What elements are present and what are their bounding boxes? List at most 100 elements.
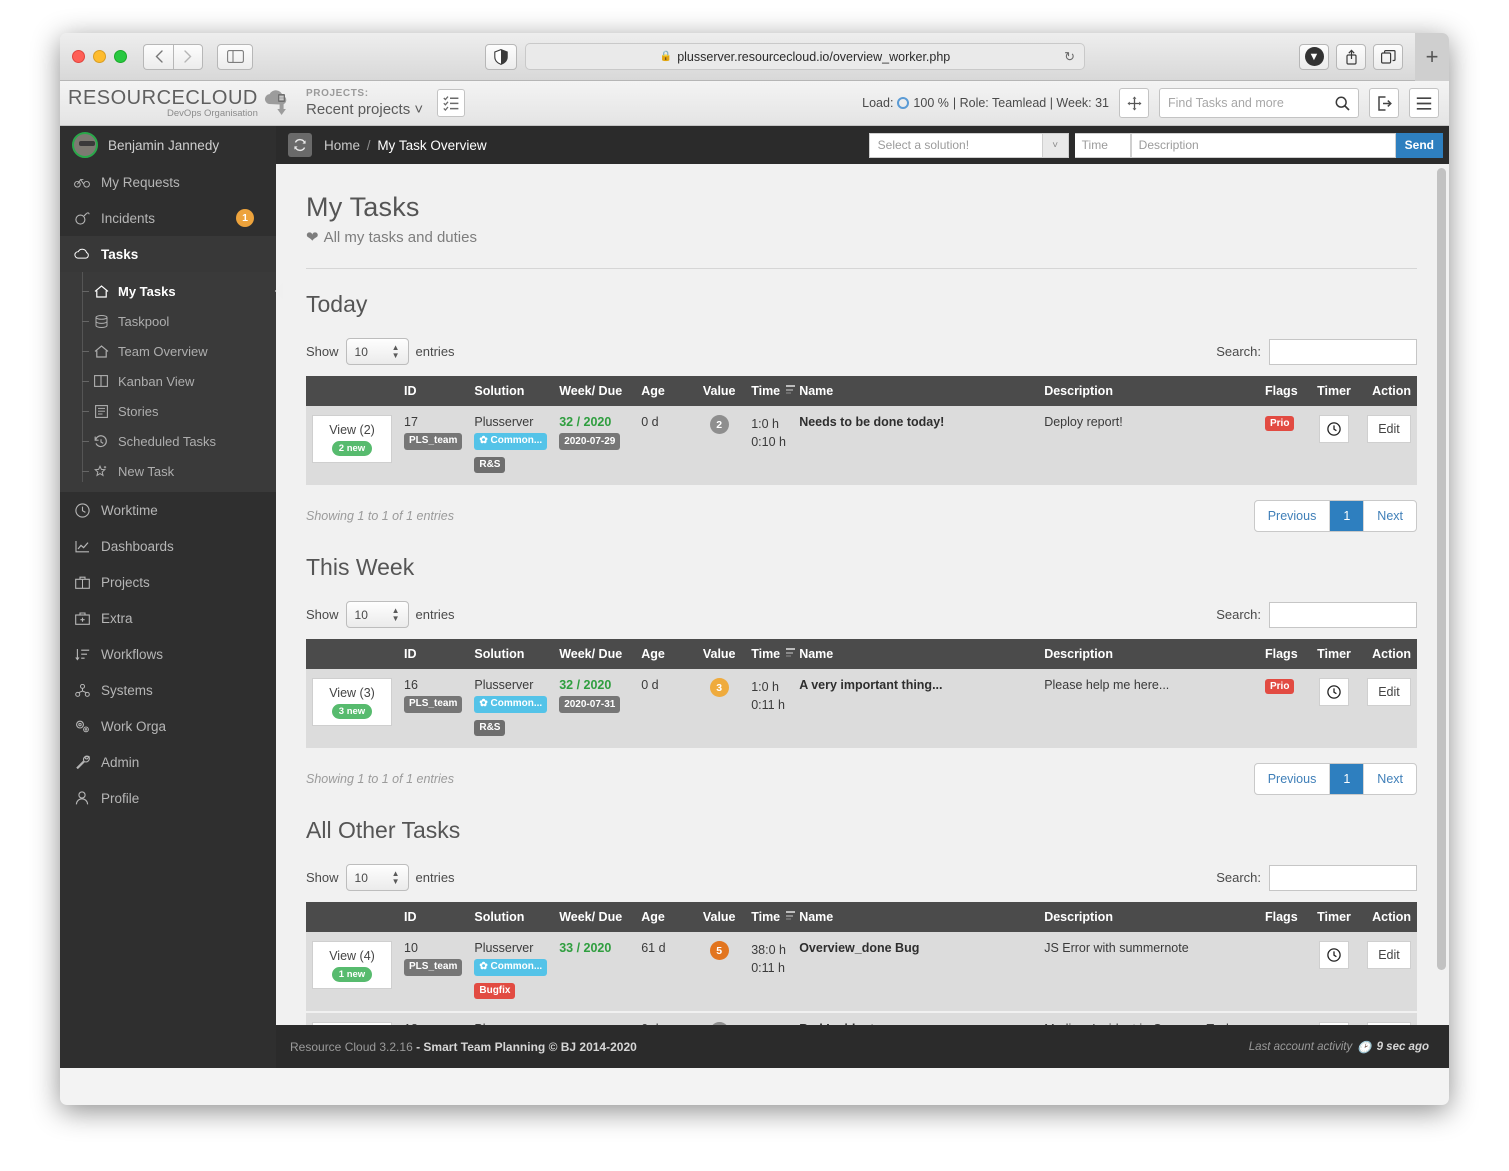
- sidebar-item-kanban-view[interactable]: Kanban View: [60, 366, 276, 396]
- timer-button[interactable]: [1319, 415, 1349, 443]
- forward-button[interactable]: [173, 43, 203, 70]
- task-list-icon[interactable]: [437, 89, 466, 117]
- page-number-1[interactable]: 1: [1330, 501, 1365, 531]
- edit-button[interactable]: Edit: [1367, 941, 1411, 969]
- sidebar-item-taskpool[interactable]: Taskpool: [60, 306, 276, 336]
- download-button[interactable]: ▼: [1299, 43, 1329, 70]
- sidebar-item-workflows[interactable]: Workflows: [60, 636, 276, 672]
- column-header[interactable]: Name: [793, 376, 1039, 406]
- table-row[interactable]: View (3) 3 new 18 PLS_team Plusserver ✿ …: [306, 1012, 1417, 1025]
- column-header[interactable]: Value: [693, 376, 746, 406]
- view-button[interactable]: View (4) 1 new: [312, 941, 392, 989]
- page-number-1[interactable]: 1: [1330, 764, 1365, 794]
- table-row[interactable]: View (4) 1 new 10 PLS_team Plusserver ✿ …: [306, 932, 1417, 1013]
- maximize-window-button[interactable]: [114, 50, 127, 63]
- column-header[interactable]: Week/ Due: [553, 639, 636, 669]
- sidebar-item-worktime[interactable]: Worktime: [60, 492, 276, 528]
- next-page-button[interactable]: Next: [1364, 764, 1416, 794]
- sidebar-item-work-orga[interactable]: Work Orga: [60, 708, 276, 744]
- refresh-icon[interactable]: [288, 133, 312, 157]
- column-header[interactable]: [306, 902, 398, 932]
- column-header[interactable]: Age: [635, 902, 694, 932]
- back-button[interactable]: [143, 43, 173, 70]
- close-window-button[interactable]: [72, 50, 85, 63]
- column-header[interactable]: Week/ Due: [553, 376, 636, 406]
- solution-select[interactable]: Select a solution! ˅: [868, 132, 1069, 158]
- sidebar-item-scheduled-tasks[interactable]: Scheduled Tasks: [60, 426, 276, 456]
- column-header[interactable]: ID: [398, 902, 469, 932]
- column-header[interactable]: Flags: [1259, 639, 1307, 669]
- column-header[interactable]: Action: [1361, 639, 1417, 669]
- timer-button[interactable]: [1319, 678, 1349, 706]
- chevron-down-icon[interactable]: ˅: [1041, 133, 1068, 157]
- sidebar-user[interactable]: Benjamin Jannedy: [60, 126, 276, 164]
- column-header[interactable]: Value: [693, 639, 746, 669]
- view-button[interactable]: View (3) 3 new: [312, 678, 392, 726]
- column-header[interactable]: Solution: [468, 902, 554, 932]
- column-header[interactable]: Time: [745, 639, 796, 669]
- column-header[interactable]: Solution: [468, 639, 554, 669]
- next-page-button[interactable]: Next: [1364, 501, 1416, 531]
- view-button[interactable]: View (2) 2 new: [312, 415, 392, 463]
- column-header[interactable]: [306, 639, 398, 669]
- table-search-input[interactable]: [1269, 864, 1417, 891]
- search-input[interactable]: [1168, 96, 1335, 110]
- app-logo[interactable]: RESOURCECLOUD DevOps Organisation: [60, 88, 290, 119]
- tab-overview-button[interactable]: [1373, 43, 1403, 70]
- page-length-select[interactable]: 10 ▲ ▼: [345, 338, 409, 365]
- sidebar-item-my-tasks[interactable]: My Tasks: [60, 276, 283, 306]
- projects-value[interactable]: Recent projects ˅: [306, 101, 423, 118]
- sidebar-item-team-overview[interactable]: Team Overview: [60, 336, 276, 366]
- projects-selector[interactable]: PROJECTS: Recent projects ˅: [306, 88, 423, 118]
- hamburger-menu-icon[interactable]: [1409, 88, 1439, 118]
- global-search-box[interactable]: [1159, 88, 1359, 118]
- new-tab-button[interactable]: +: [1415, 33, 1449, 81]
- shield-icon[interactable]: [485, 43, 517, 70]
- page-length-select[interactable]: 10 ▲ ▼: [345, 601, 409, 628]
- scrollbar-thumb[interactable]: [1437, 168, 1446, 970]
- previous-page-button[interactable]: Previous: [1255, 764, 1331, 794]
- column-header[interactable]: Timer: [1307, 902, 1361, 932]
- column-header[interactable]: Timer: [1307, 639, 1361, 669]
- sidebar-item-admin[interactable]: Admin: [60, 744, 276, 780]
- sidebar-item-projects[interactable]: Projects: [60, 564, 276, 600]
- table-row[interactable]: View (3) 3 new 16 PLS_team Plusserver ✿ …: [306, 669, 1417, 750]
- column-header[interactable]: Name: [793, 639, 1039, 669]
- edit-button[interactable]: Edit: [1367, 415, 1411, 443]
- sidebar-item-my-requests[interactable]: My Requests: [60, 164, 276, 200]
- description-input[interactable]: Description: [1130, 132, 1396, 158]
- sidebar-item-profile[interactable]: Profile: [60, 780, 276, 816]
- page-scrollbar[interactable]: [1437, 168, 1446, 1021]
- column-header[interactable]: Action: [1361, 376, 1417, 406]
- sidebar-toggle-icon[interactable]: [217, 43, 253, 70]
- time-input[interactable]: Time: [1074, 132, 1131, 158]
- column-header[interactable]: Solution: [468, 376, 554, 406]
- logout-icon[interactable]: [1369, 88, 1399, 118]
- sidebar-item-extra[interactable]: Extra: [60, 600, 276, 636]
- breadcrumb-home[interactable]: Home: [324, 138, 360, 153]
- search-icon[interactable]: [1335, 96, 1350, 111]
- column-header[interactable]: ID: [398, 376, 469, 406]
- reload-icon[interactable]: ↻: [1064, 49, 1075, 65]
- column-header[interactable]: Flags: [1259, 376, 1307, 406]
- url-field[interactable]: 🔒 plusserver.resourcecloud.io/overview_w…: [525, 43, 1085, 70]
- sidebar-item-dashboards[interactable]: Dashboards: [60, 528, 276, 564]
- sidebar-item-new-task[interactable]: New Task: [60, 456, 276, 486]
- column-header[interactable]: Time: [745, 376, 796, 406]
- table-row[interactable]: View (2) 2 new 17 PLS_team Plusserver ✿ …: [306, 406, 1417, 487]
- column-header[interactable]: Action: [1361, 902, 1417, 932]
- column-header[interactable]: Age: [635, 376, 694, 406]
- table-search-input[interactable]: [1269, 338, 1417, 365]
- page-length-select[interactable]: 10 ▲ ▼: [345, 864, 409, 891]
- column-header[interactable]: ID: [398, 639, 469, 669]
- edit-button[interactable]: Edit: [1367, 678, 1411, 706]
- column-header[interactable]: Description: [1038, 902, 1259, 932]
- sidebar-item-incidents[interactable]: Incidents 1: [60, 200, 276, 236]
- column-header[interactable]: Name: [793, 902, 1039, 932]
- column-header[interactable]: Week/ Due: [553, 902, 636, 932]
- task-name[interactable]: A very important thing...: [799, 678, 942, 692]
- task-name[interactable]: Overview_done Bug: [799, 941, 919, 955]
- column-header[interactable]: Timer: [1307, 376, 1361, 406]
- column-header[interactable]: Description: [1038, 639, 1259, 669]
- column-header[interactable]: [306, 376, 398, 406]
